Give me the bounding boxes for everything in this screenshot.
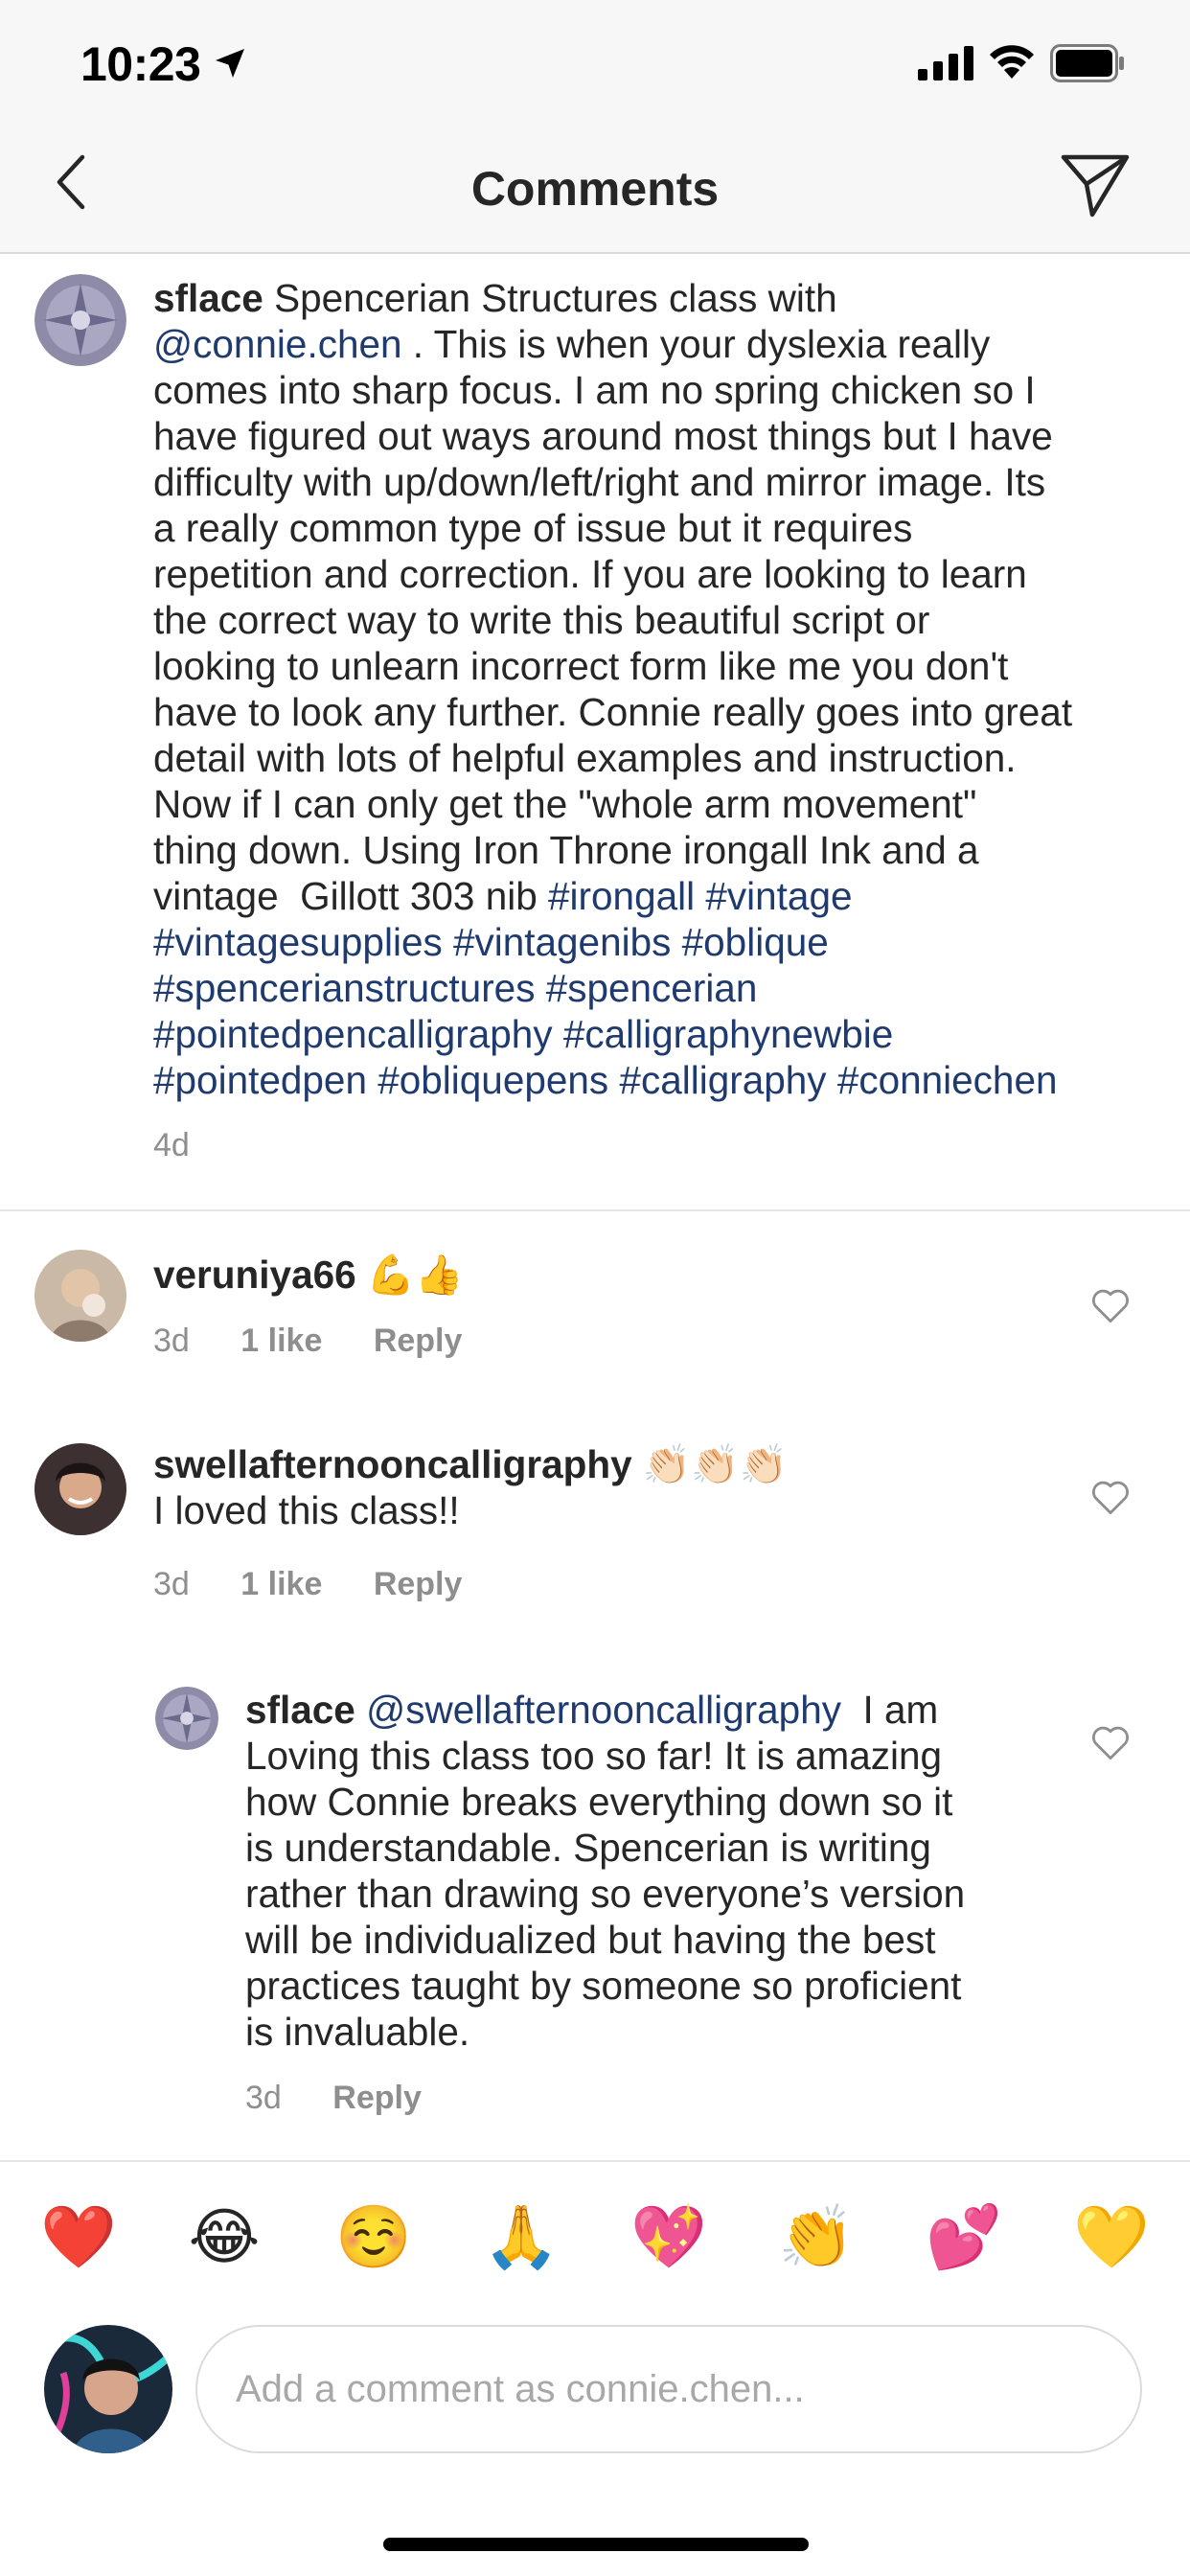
avatar[interactable]: [155, 1687, 218, 1750]
comment-input[interactable]: [195, 2325, 1142, 2453]
reply-button[interactable]: Reply: [374, 1566, 463, 1602]
divider: [0, 2160, 1190, 2162]
caption-line: a really common type of issue but it req…: [153, 506, 913, 550]
heart-icon[interactable]: [1090, 1723, 1131, 1761]
kaleidoscope-avatar-image: [155, 1687, 218, 1750]
wifi-icon: [990, 45, 1034, 79]
reply-text: sflace @swellafternooncalligraphy I am L…: [245, 1687, 1088, 2055]
caption-line: vintage Gillott 303 nib: [153, 874, 549, 918]
caption-line: difficulty with up/down/left/right and m…: [153, 460, 1046, 504]
emoji-text: 👏🏻👏🏻👏🏻: [642, 1442, 789, 1486]
reply-line: practices taught by someone so proficien…: [245, 1964, 962, 2008]
emoji-sparkling-heart[interactable]: 💖: [630, 2200, 707, 2273]
comment-text: veruniya66 💪👍: [153, 1252, 464, 1298]
location-arrow-icon: [216, 49, 244, 78]
mention-link[interactable]: @connie.chen: [153, 322, 402, 366]
comment-text: swellafternooncalligraphy 👏🏻👏🏻👏🏻 I loved…: [153, 1441, 1111, 1533]
top-bar: 10:23 Comments: [0, 0, 1190, 254]
reply-line: is invaluable.: [245, 2010, 470, 2054]
emoji-clapping[interactable]: 👏: [778, 2200, 855, 2273]
battery-icon: [1050, 44, 1124, 82]
current-user-avatar: [44, 2325, 172, 2453]
caption-line: Spencerian Structures class with: [263, 276, 837, 320]
comment-body: I loved this class!!: [153, 1488, 460, 1532]
reply-line: will be individualized but having the be…: [245, 1918, 936, 1962]
divider: [0, 1209, 1190, 1211]
avatar[interactable]: [34, 1250, 126, 1342]
caption-line: the correct way to write this beautiful …: [153, 598, 930, 642]
avatar[interactable]: [34, 1443, 126, 1535]
quick-emoji-bar: ❤️ 😂 ☺️ 🙏 💖 👏 💕 💛: [0, 2200, 1190, 2277]
caption-line: repetition and correction. If you are lo…: [153, 552, 1027, 596]
kaleidoscope-avatar-image: [34, 274, 126, 366]
hashtag-links[interactable]: #pointedpencalligraphy #calligraphynewbi…: [153, 1011, 1169, 1057]
reply-line: I am: [840, 1688, 939, 1732]
user-photo-avatar: [34, 1443, 126, 1535]
reply-button[interactable]: Reply: [374, 1322, 463, 1359]
reply-line: rather than drawing so everyone’s versio…: [245, 1872, 966, 1916]
caption-line: thing down. Using Iron Throne irongall I…: [153, 828, 979, 872]
reply-line: is understandable. Spencerian is writing: [245, 1826, 931, 1870]
comment-username[interactable]: swellafternooncalligraphy: [153, 1442, 632, 1486]
user-photo-avatar: [34, 1250, 126, 1342]
direct-send-icon[interactable]: [1056, 151, 1133, 220]
user-photo-avatar: [44, 2325, 172, 2453]
comment-username[interactable]: veruniya66: [153, 1253, 356, 1297]
page-title: Comments: [470, 162, 720, 216]
comment-meta: 3d 1 like Reply: [153, 1322, 504, 1360]
caption-line: looking to unlearn incorrect form like m…: [153, 644, 1009, 688]
post-timestamp: 4d: [153, 1127, 190, 1163]
reply-line: Loving this class too so far! It is amaz…: [245, 1734, 943, 1778]
caption-line: detail with lots of helpful examples and…: [153, 736, 1017, 780]
caption-line: Now if I can only get the "whole arm mov…: [153, 782, 977, 826]
mention-link[interactable]: @swellafternooncalligraphy: [366, 1688, 841, 1732]
post-caption-text: sflace Spencerian Structures class with …: [153, 275, 1169, 1103]
hashtag-links[interactable]: #vintagesupplies #vintagenibs #oblique: [153, 919, 1169, 965]
reply-username[interactable]: sflace: [245, 1688, 355, 1732]
comment-time: 3d: [153, 1566, 190, 1602]
emoji-tears-of-joy[interactable]: 😂: [188, 2200, 261, 2273]
status-time: 10:23: [80, 37, 201, 91]
reply-button[interactable]: Reply: [332, 2080, 422, 2116]
emoji-two-hearts[interactable]: 💕: [926, 2200, 1002, 2273]
caption-line: . This is when your dyslexia really: [401, 322, 991, 366]
reply-line: how Connie breaks everything down so it: [245, 1780, 953, 1824]
home-indicator: [383, 2538, 809, 2551]
emoji-smiling[interactable]: ☺️: [335, 2200, 412, 2273]
emoji-text: 💪👍: [366, 1253, 464, 1297]
emoji-yellow-heart[interactable]: 💛: [1073, 2200, 1150, 2273]
cellular-signal-icon: [918, 46, 973, 80]
emoji-folded-hands[interactable]: 🙏: [483, 2200, 560, 2273]
hashtag-links[interactable]: #pointedpen #obliquepens #calligraphy #c…: [153, 1057, 1169, 1103]
emoji-red-heart[interactable]: ❤️: [40, 2200, 117, 2273]
comment-meta: 3d 1 like Reply: [153, 1566, 504, 1603]
caption-line: have to look any further. Connie really …: [153, 690, 1073, 734]
reply-meta: 3d Reply: [245, 2080, 464, 2117]
caption-line: have figured out ways around most things…: [153, 414, 1053, 458]
heart-icon[interactable]: [1090, 1478, 1131, 1516]
hashtag-links[interactable]: #spencerianstructures #spencerian: [153, 965, 1169, 1011]
post-username[interactable]: sflace: [153, 276, 263, 320]
likes-count[interactable]: 1 like: [240, 1322, 322, 1359]
reply-time: 3d: [245, 2080, 282, 2116]
hashtag-links[interactable]: #irongall #vintage: [548, 874, 852, 918]
avatar[interactable]: [34, 274, 126, 366]
caption-line: comes into sharp focus. I am no spring c…: [153, 368, 1036, 412]
comment-time: 3d: [153, 1322, 190, 1359]
heart-icon[interactable]: [1090, 1286, 1131, 1324]
likes-count[interactable]: 1 like: [240, 1566, 322, 1602]
